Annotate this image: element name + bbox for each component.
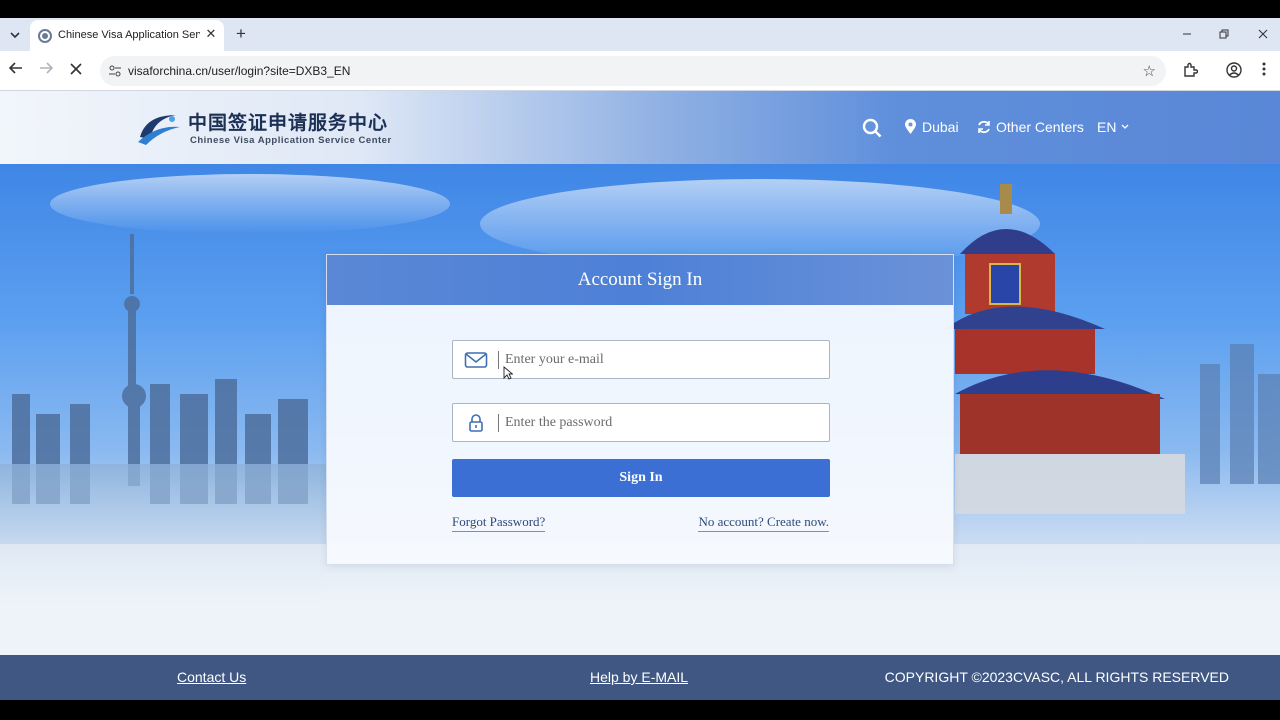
email-separator [498, 351, 499, 369]
mail-icon [464, 352, 488, 368]
favicon-icon [38, 29, 52, 43]
profile-icon[interactable] [1225, 62, 1243, 80]
password-field[interactable] [452, 403, 830, 442]
url-text: visaforchina.cn/user/login?site=DXB3_EN [128, 64, 351, 78]
language-selector[interactable]: EN [1097, 119, 1129, 135]
browser-tab[interactable]: Chinese Visa Application Service Center … [30, 20, 224, 51]
logo-chinese-text: 中国签证申请服务中心 [188, 112, 389, 134]
search-button[interactable] [862, 118, 882, 138]
menu-icon[interactable] [1255, 62, 1273, 80]
location-label: Dubai [922, 119, 959, 135]
location-pin-icon [905, 119, 916, 134]
extensions-icon[interactable] [1181, 62, 1199, 80]
tab-close-icon[interactable]: ✕ [204, 27, 218, 41]
contact-us-link[interactable]: Contact Us [177, 669, 246, 685]
restore-icon[interactable] [1215, 26, 1233, 44]
chevron-down-icon [1121, 124, 1129, 129]
page-viewport: 中国签证申请服务中心 Chinese Visa Application Serv… [0, 91, 1280, 700]
forward-icon[interactable] [36, 61, 56, 81]
login-card-header: Account Sign In [327, 255, 953, 305]
tab-title: Chinese Visa Application Service Center [58, 29, 200, 41]
language-label: EN [1097, 119, 1117, 135]
stop-icon[interactable] [66, 61, 86, 81]
login-card: Account Sign In Sign In Forgot Password?… [326, 254, 954, 565]
help-email-link[interactable]: Help by E-MAIL [590, 669, 688, 685]
site-footer: Contact Us Help by E-MAIL COPYRIGHT ©202… [0, 655, 1280, 700]
sign-in-button[interactable]: Sign In [452, 459, 830, 497]
login-title: Account Sign In [577, 269, 703, 290]
back-icon[interactable] [6, 61, 26, 81]
create-account-link[interactable]: No account? Create now. [698, 514, 829, 532]
other-centers-label: Other Centers [996, 119, 1084, 135]
screen-bottom-border [0, 700, 1280, 720]
lock-icon [469, 414, 483, 432]
logo-english-text: Chinese Visa Application Service Center [190, 135, 392, 146]
refresh-icon [978, 120, 990, 134]
browser-toolbar: visaforchina.cn/user/login?site=DXB3_EN … [0, 51, 1280, 91]
forgot-password-link[interactable]: Forgot Password? [452, 514, 546, 532]
password-input[interactable] [505, 408, 823, 437]
new-tab-button[interactable]: + [232, 25, 250, 44]
search-icon [862, 118, 882, 138]
other-centers-link[interactable]: Other Centers [977, 119, 1084, 135]
password-separator [498, 414, 499, 432]
site-info-icon[interactable] [108, 64, 122, 78]
bookmark-star-icon[interactable]: ☆ [1143, 62, 1156, 80]
browser-tabstrip: Chinese Visa Application Service Center … [0, 18, 1280, 51]
email-input[interactable] [505, 345, 823, 374]
site-logo[interactable]: 中国签证申请服务中心 Chinese Visa Application Serv… [136, 107, 391, 151]
tab-list-icon[interactable] [6, 26, 24, 44]
location-selector[interactable]: Dubai [904, 119, 959, 135]
mouse-cursor-icon [503, 366, 513, 380]
site-header: 中国签证申请服务中心 Chinese Visa Application Serv… [0, 91, 1280, 164]
screen-top-border [0, 0, 1280, 18]
logo-swoosh-icon [138, 115, 180, 145]
minimize-icon[interactable] [1178, 26, 1196, 44]
address-bar[interactable]: visaforchina.cn/user/login?site=DXB3_EN … [100, 56, 1166, 86]
close-icon[interactable] [1254, 26, 1272, 44]
copyright-text: COPYRIGHT ©2023CVASC, ALL RIGHTS RESERVE… [884, 669, 1229, 685]
